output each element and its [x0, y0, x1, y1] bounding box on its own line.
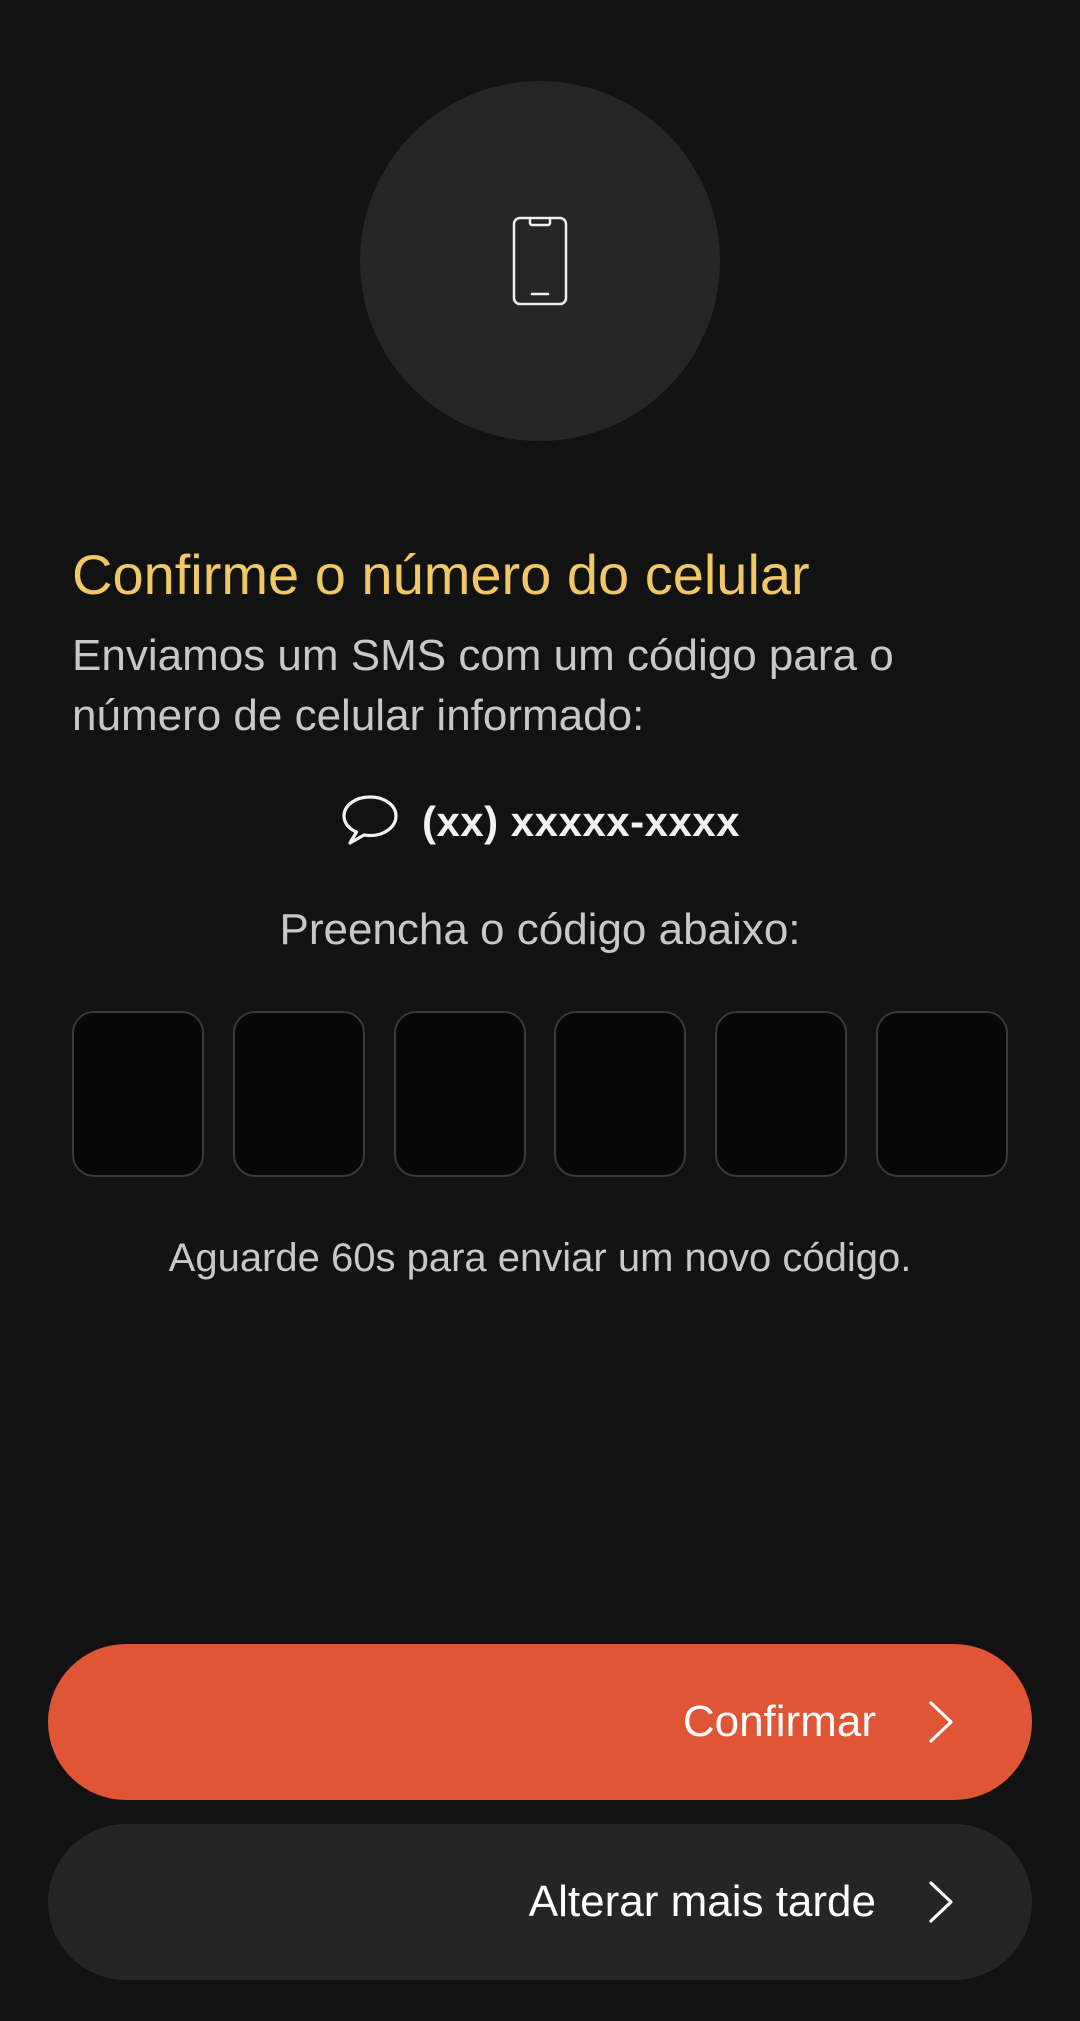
code-input-group [72, 1011, 1008, 1181]
confirm-button[interactable]: Confirmar [48, 1644, 1032, 1800]
code-instruction: Preencha o código abaixo: [279, 905, 801, 954]
page-title: Confirme o número do celular [72, 543, 810, 606]
change-later-button-label: Alterar mais tarde [528, 1877, 876, 1926]
code-digit-2[interactable] [232, 1011, 365, 1177]
phone-number-row: (xx) xxxxx-xxxx [0, 790, 1080, 854]
phone-illustration [360, 81, 720, 441]
code-digit-3[interactable] [393, 1011, 526, 1177]
smartphone-icon [512, 216, 568, 306]
change-later-button[interactable]: Alterar mais tarde [48, 1824, 1032, 1980]
code-digit-5[interactable] [715, 1011, 848, 1177]
code-digit-6[interactable] [875, 1011, 1008, 1177]
page-subtitle: Enviamos um SMS com um código para o núm… [72, 631, 894, 740]
chevron-right-icon [928, 1880, 954, 1924]
sms-confirmation-screen: Confirme o número do celular Enviamos um… [0, 0, 1080, 2021]
phone-number: (xx) xxxxx-xxxx [421, 798, 741, 845]
code-digit-4[interactable] [554, 1011, 687, 1177]
resend-countdown: Aguarde 60s para enviar um novo código. [168, 1236, 912, 1280]
chevron-right-icon [928, 1700, 954, 1744]
chat-bubble-icon [340, 793, 400, 852]
confirm-button-label: Confirmar [682, 1697, 876, 1746]
code-digit-1[interactable] [72, 1011, 204, 1177]
